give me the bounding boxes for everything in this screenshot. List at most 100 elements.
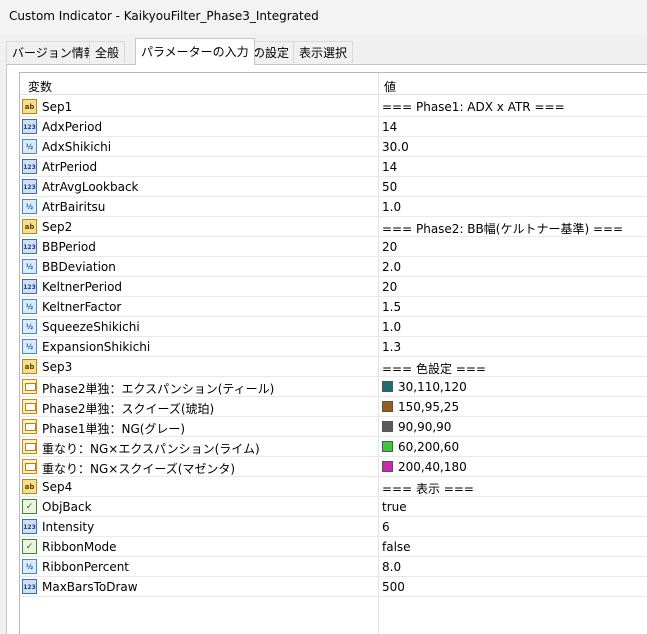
parameter-row[interactable]: ab Sep1 === Phase1: ADX x ATR === — [20, 97, 647, 117]
parameter-row[interactable]: 123 Intensity 6 — [20, 517, 647, 537]
color-icon — [22, 419, 37, 434]
parameter-value[interactable]: 30,110,120 — [398, 380, 467, 394]
parameter-row[interactable]: 123 AtrAvgLookback 50 — [20, 177, 647, 197]
parameter-value[interactable]: 14 — [382, 160, 397, 174]
parameter-value[interactable]: 60,200,60 — [398, 440, 459, 454]
color-swatch[interactable] — [382, 401, 393, 412]
parameter-row[interactable]: ½ ExpansionShikichi 1.3 — [20, 337, 647, 357]
parameter-row[interactable]: 重なり：NG×スクイーズ(マゼンタ) 200,40,180 — [20, 457, 647, 477]
parameter-value[interactable]: === Phase1: ADX x ATR === — [382, 100, 565, 114]
color-swatch[interactable] — [382, 461, 393, 472]
parameter-name: Sep1 — [42, 100, 73, 114]
parameter-name: Sep3 — [42, 360, 73, 374]
parameter-grid: 変数 値 ab Sep1 === Phase1: ADX x ATR === 123 A… — [19, 72, 647, 634]
parameter-row[interactable]: ½ AtrBairitsu 1.0 — [20, 197, 647, 217]
parameter-value[interactable]: 1.0 — [382, 320, 401, 334]
color-swatch[interactable] — [382, 381, 393, 392]
tab-strip: バージョン情報 全般 パラメーターの入力 色の設定 表示選択 — [6, 38, 647, 65]
integer-icon: 123 — [22, 519, 37, 534]
parameter-name: SqueezeShikichi — [42, 320, 140, 334]
title-bar: Custom Indicator - KaikyouFilter_Phase3_… — [0, 0, 647, 34]
parameter-row[interactable]: ½ BBDeviation 2.0 — [20, 257, 647, 277]
bool-icon: ✓ — [22, 499, 37, 514]
parameter-name: RibbonMode — [42, 540, 117, 554]
parameter-row[interactable]: ✓ RibbonMode false — [20, 537, 647, 557]
parameter-row[interactable]: 123 AdxPeriod 14 — [20, 117, 647, 137]
parameter-row[interactable]: ab Sep3 === 色設定 === — [20, 357, 647, 377]
color-icon — [22, 379, 37, 394]
integer-icon: 123 — [22, 579, 37, 594]
parameter-name: ExpansionShikichi — [42, 340, 151, 354]
integer-icon: 123 — [22, 239, 37, 254]
parameter-row[interactable]: 重なり：NG×エクスパンション(ライム) 60,200,60 — [20, 437, 647, 457]
parameter-row[interactable]: ½ RibbonPercent 8.0 — [20, 557, 647, 577]
parameter-row[interactable]: ab Sep2 === Phase2: BB幅(ケルトナー基準) === — [20, 217, 647, 237]
parameter-value[interactable]: 500 — [382, 580, 405, 594]
header-variable[interactable]: 変数 — [28, 78, 52, 95]
parameter-value[interactable]: 8.0 — [382, 560, 401, 574]
color-swatch[interactable] — [382, 441, 393, 452]
parameter-value[interactable]: === 表示 === — [382, 480, 474, 497]
parameter-value[interactable]: 14 — [382, 120, 397, 134]
parameter-row[interactable]: ab Sep4 === 表示 === — [20, 477, 647, 497]
parameter-value[interactable]: 2.0 — [382, 260, 401, 274]
parameter-name: AtrBairitsu — [42, 200, 106, 214]
parameter-row[interactable]: ½ SqueezeShikichi 1.0 — [20, 317, 647, 337]
parameter-value[interactable]: 1.3 — [382, 340, 401, 354]
parameter-name: Sep2 — [42, 220, 73, 234]
parameter-row[interactable]: Phase2単独：スクイーズ(琥珀) 150,95,25 — [20, 397, 647, 417]
parameter-value[interactable]: 1.0 — [382, 200, 401, 214]
parameter-row[interactable]: Phase2単独：エクスパンション(ティール) 30,110,120 — [20, 377, 647, 397]
parameter-row[interactable]: Phase1単独：NG(グレー) 90,90,90 — [20, 417, 647, 437]
parameter-value[interactable]: === Phase2: BB幅(ケルトナー基準) === — [382, 220, 623, 237]
parameter-row[interactable]: 123 BBPeriod 20 — [20, 237, 647, 257]
parameter-row[interactable]: 123 MaxBarsToDraw 500 — [20, 577, 647, 597]
tab-general[interactable]: 全般 — [89, 41, 126, 63]
bool-icon: ✓ — [22, 539, 37, 554]
string-icon: ab — [22, 99, 37, 114]
parameter-row[interactable]: 123 KeltnerPeriod 20 — [20, 277, 647, 297]
parameter-row[interactable]: ½ KeltnerFactor 1.5 — [20, 297, 647, 317]
tab-visualization[interactable]: 表示選択 — [293, 41, 354, 63]
parameter-value[interactable]: 20 — [382, 280, 397, 294]
parameter-name: AdxShikichi — [42, 140, 112, 154]
parameter-name: AtrPeriod — [42, 160, 98, 174]
window-title: Custom Indicator - KaikyouFilter_Phase3_… — [9, 9, 319, 23]
parameter-name: Intensity — [42, 520, 95, 534]
string-icon: ab — [22, 219, 37, 234]
parameter-name: AdxPeriod — [42, 120, 103, 134]
color-icon — [22, 459, 37, 474]
parameter-value[interactable]: 90,90,90 — [398, 420, 451, 434]
parameter-value[interactable]: 30.0 — [382, 140, 409, 154]
integer-icon: 123 — [22, 159, 37, 174]
parameter-value[interactable]: 6 — [382, 520, 390, 534]
parameter-value[interactable]: === 色設定 === — [382, 360, 486, 377]
integer-icon: 123 — [22, 119, 37, 134]
parameter-name: KeltnerFactor — [42, 300, 122, 314]
integer-icon: 123 — [22, 179, 37, 194]
parameter-row[interactable]: ✓ ObjBack true — [20, 497, 647, 517]
parameter-value[interactable]: 200,40,180 — [398, 460, 467, 474]
string-icon: ab — [22, 359, 37, 374]
parameter-row[interactable]: ½ AdxShikichi 30.0 — [20, 137, 647, 157]
parameter-value[interactable]: 1.5 — [382, 300, 401, 314]
parameter-value[interactable]: true — [382, 500, 407, 514]
color-icon — [22, 439, 37, 454]
color-swatch[interactable] — [382, 421, 393, 432]
tab-version-info[interactable]: バージョン情報 — [6, 41, 102, 63]
parameter-name: BBDeviation — [42, 260, 116, 274]
double-icon: ½ — [22, 259, 37, 274]
parameter-value[interactable]: 20 — [382, 240, 397, 254]
parameter-value[interactable]: 150,95,25 — [398, 400, 459, 414]
tab-input-parameters[interactable]: パラメーターの入力 — [135, 38, 255, 65]
parameter-name: MaxBarsToDraw — [42, 580, 138, 594]
header-value[interactable]: 値 — [384, 78, 396, 95]
parameter-value[interactable]: 50 — [382, 180, 397, 194]
parameter-name: AtrAvgLookback — [42, 180, 139, 194]
parameter-name: Sep4 — [42, 480, 73, 494]
double-icon: ½ — [22, 339, 37, 354]
parameter-row[interactable]: 123 AtrPeriod 14 — [20, 157, 647, 177]
parameter-value[interactable]: false — [382, 540, 411, 554]
parameter-name: KeltnerPeriod — [42, 280, 123, 294]
double-icon: ½ — [22, 199, 37, 214]
